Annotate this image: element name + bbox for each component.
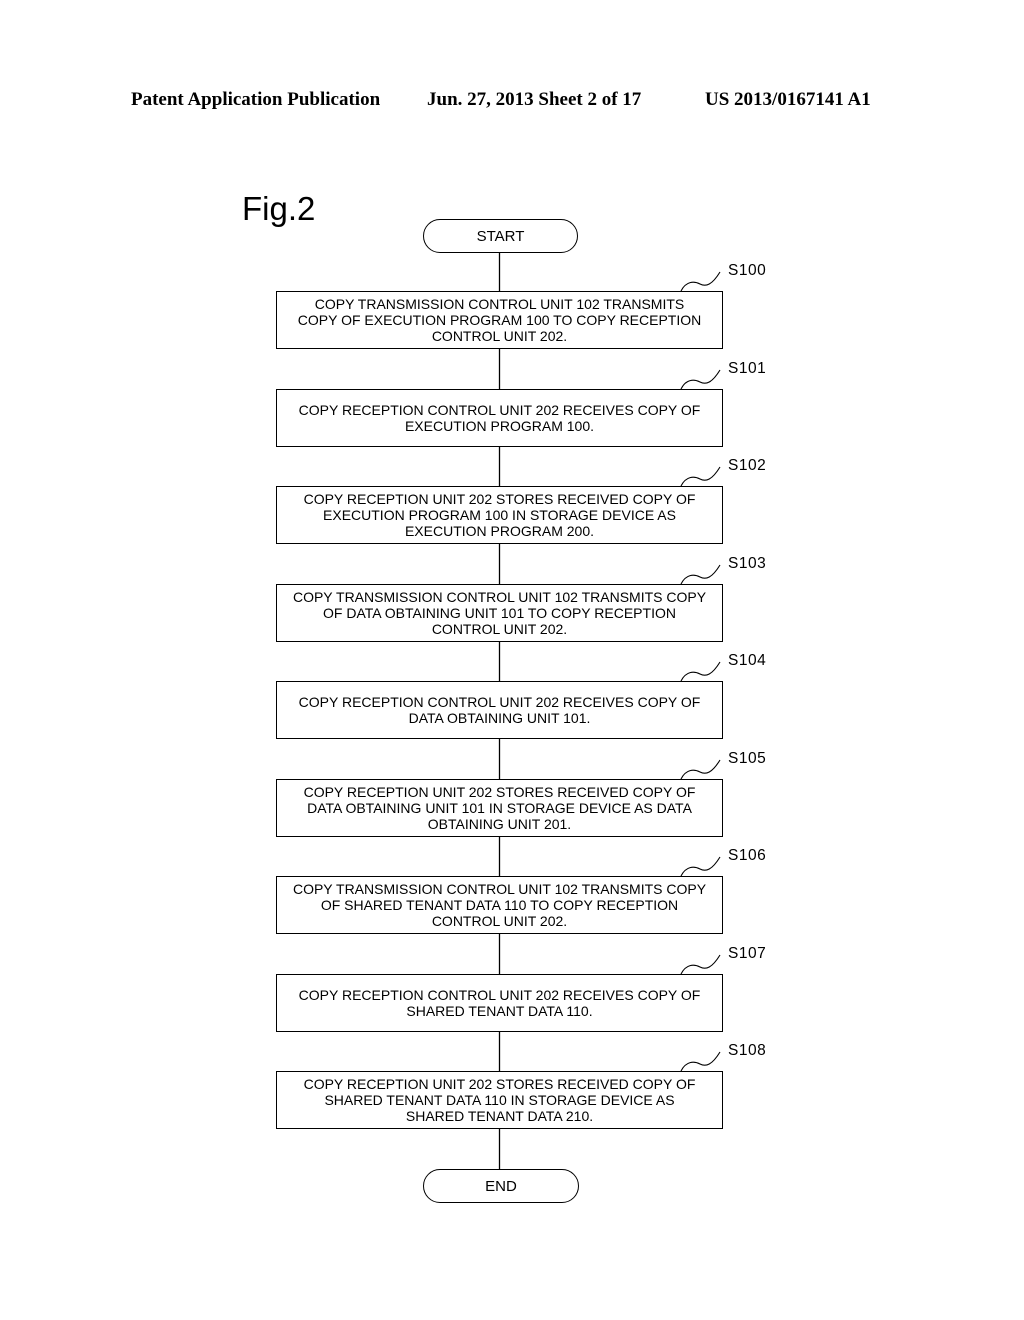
step-text: COPY RECEPTION UNIT 202 STORES RECEIVED …	[304, 784, 696, 832]
step-box-s102: COPY RECEPTION UNIT 202 STORES RECEIVED …	[276, 486, 723, 544]
step-text: COPY RECEPTION CONTROL UNIT 202 RECEIVES…	[299, 987, 701, 1019]
step-text-line: SHARED TENANT DATA 210.	[405, 1108, 594, 1124]
leader-line-icon	[680, 954, 721, 975]
step-text-line: COPY RECEPTION UNIT 202 STORES RECEIVED …	[303, 784, 696, 800]
step-text-line: OBTAINING UNIT 201.	[427, 816, 572, 832]
step-text-line: EXECUTION PROGRAM 100.	[404, 418, 595, 434]
leader-line-icon	[680, 369, 721, 390]
start-label: START	[476, 227, 525, 245]
leader-line-icon	[680, 856, 721, 877]
step-label-s102: S102	[728, 457, 767, 474]
step-label-s108: S108	[728, 1042, 767, 1059]
step-box-s108: COPY RECEPTION UNIT 202 STORES RECEIVED …	[276, 1071, 723, 1129]
step-label-s106: S106	[728, 847, 767, 864]
leader-line-icon	[680, 759, 721, 780]
step-label-s107: S107	[728, 945, 767, 962]
step-text-line: CONTROL UNIT 202.	[431, 328, 568, 344]
step-text: COPY TRANSMISSION CONTROL UNIT 102 TRANS…	[293, 881, 706, 929]
step-text: COPY RECEPTION UNIT 202 STORES RECEIVED …	[304, 491, 696, 539]
end-terminal: END	[423, 1169, 579, 1203]
step-label-s100: S100	[728, 262, 767, 279]
leader-line-icon	[680, 564, 721, 585]
leader-line-icon	[680, 1051, 721, 1072]
step-box-s103: COPY TRANSMISSION CONTROL UNIT 102 TRANS…	[276, 584, 723, 642]
step-box-s105: COPY RECEPTION UNIT 202 STORES RECEIVED …	[276, 779, 723, 837]
step-text-line: OF SHARED TENANT DATA 110 TO COPY RECEPT…	[320, 897, 679, 913]
step-box-s104: COPY RECEPTION CONTROL UNIT 202 RECEIVES…	[276, 681, 723, 739]
step-text-line: COPY TRANSMISSION CONTROL UNIT 102 TRANS…	[314, 296, 685, 312]
step-text-line: DATA OBTAINING UNIT 101.	[408, 710, 591, 726]
step-text: COPY TRANSMISSION CONTROL UNIT 102 TRANS…	[298, 296, 702, 344]
step-text: COPY RECEPTION CONTROL UNIT 202 RECEIVES…	[299, 402, 701, 434]
step-box-s106: COPY TRANSMISSION CONTROL UNIT 102 TRANS…	[276, 876, 723, 934]
step-text-line: COPY RECEPTION CONTROL UNIT 202 RECEIVES…	[298, 987, 701, 1003]
step-text-line: CONTROL UNIT 202.	[431, 621, 568, 637]
step-text: COPY RECEPTION CONTROL UNIT 202 RECEIVES…	[299, 694, 701, 726]
step-label-s105: S105	[728, 750, 767, 767]
step-label-s103: S103	[728, 555, 767, 572]
step-text: COPY TRANSMISSION CONTROL UNIT 102 TRANS…	[293, 589, 706, 637]
start-terminal: START	[423, 219, 578, 253]
step-box-s100: COPY TRANSMISSION CONTROL UNIT 102 TRANS…	[276, 291, 723, 349]
step-text-line: COPY TRANSMISSION CONTROL UNIT 102 TRANS…	[292, 881, 707, 897]
step-text-line: SHARED TENANT DATA 110 IN STORAGE DEVICE…	[324, 1092, 675, 1108]
step-label-s104: S104	[728, 652, 767, 669]
step-label-s101: S101	[728, 360, 767, 377]
step-text-line: COPY RECEPTION UNIT 202 STORES RECEIVED …	[303, 1076, 696, 1092]
step-text-line: CONTROL UNIT 202.	[431, 913, 568, 929]
leader-line-icon	[680, 271, 721, 292]
step-text-line: EXECUTION PROGRAM 200.	[404, 523, 595, 539]
step-text-line: OF DATA OBTAINING UNIT 101 TO COPY RECEP…	[323, 605, 676, 621]
step-box-s107: COPY RECEPTION CONTROL UNIT 202 RECEIVES…	[276, 974, 723, 1032]
leader-line-icon	[680, 466, 721, 487]
step-text-line: DATA OBTAINING UNIT 101 IN STORAGE DEVIC…	[307, 800, 692, 816]
step-text-line: COPY RECEPTION CONTROL UNIT 202 RECEIVES…	[298, 694, 701, 710]
leader-line-icon	[680, 661, 721, 682]
step-text-line: SHARED TENANT DATA 110.	[406, 1003, 593, 1019]
step-text-line: COPY RECEPTION CONTROL UNIT 202 RECEIVES…	[298, 402, 701, 418]
step-text-line: COPY OF EXECUTION PROGRAM 100 TO COPY RE…	[297, 312, 702, 328]
step-box-s101: COPY RECEPTION CONTROL UNIT 202 RECEIVES…	[276, 389, 723, 447]
step-text-line: EXECUTION PROGRAM 100 IN STORAGE DEVICE …	[323, 507, 676, 523]
step-text-line: COPY TRANSMISSION CONTROL UNIT 102 TRANS…	[292, 589, 707, 605]
step-text-line: COPY RECEPTION UNIT 202 STORES RECEIVED …	[303, 491, 696, 507]
step-text: COPY RECEPTION UNIT 202 STORES RECEIVED …	[304, 1076, 696, 1124]
end-label: END	[485, 1177, 517, 1195]
